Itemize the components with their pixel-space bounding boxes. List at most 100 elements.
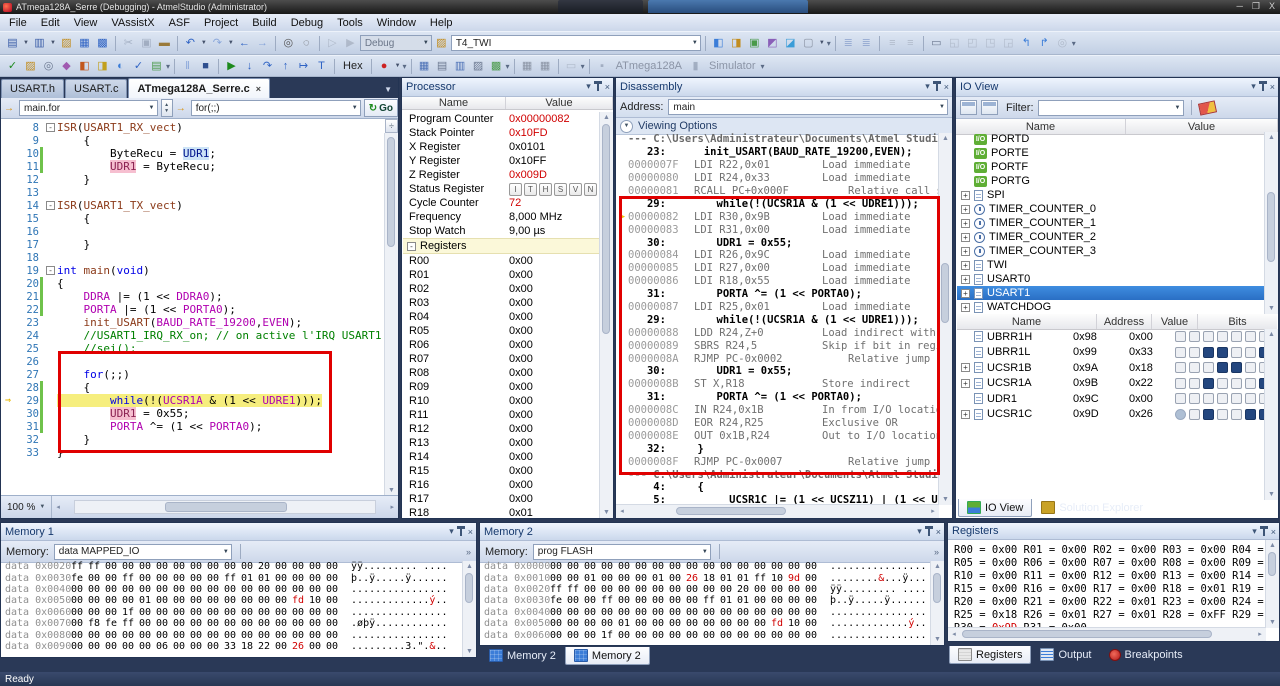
tree-item-timer_counter_1[interactable]: + TIMER_COUNTER_1 — [957, 216, 1265, 230]
memory-byte[interactable]: 00 — [190, 584, 207, 595]
memory-byte[interactable]: 00 — [156, 584, 173, 595]
disassembly-line[interactable]: 00000087 LDI R25,0x01 Load immediate — [617, 301, 939, 314]
menu-tools[interactable]: Tools — [330, 16, 370, 30]
registers-hscrollbar[interactable]: ◂ ▸ — [948, 627, 1266, 641]
column-header-value[interactable]: Value — [1152, 314, 1198, 329]
window-dock-icon[interactable]: ◱ — [946, 35, 963, 52]
memory-row[interactable]: data 0x0040 00 00 00 00 00 00 00 00 00 00 00 00 00 00 0… — [1, 584, 463, 595]
code-line[interactable]: 20 { — [1, 277, 398, 290]
bookmark-prev-icon[interactable]: ↰ — [1018, 35, 1035, 52]
bit-toggle[interactable] — [1245, 362, 1256, 374]
memory1-vscrollbar[interactable]: ▲ ▼ — [462, 561, 476, 657]
memory-byte[interactable]: 00 — [686, 607, 703, 618]
code-line[interactable]: ⇒ 29 while(!(UCSR1A & (1 << UDRE1))); — [1, 394, 398, 407]
menu-vassistx[interactable]: VAssistX — [104, 16, 161, 30]
memory-byte[interactable]: 00 — [771, 595, 788, 606]
memory-byte[interactable]: 00 — [156, 561, 173, 572]
redo-icon[interactable]: ↷ — [209, 35, 226, 52]
collapse-registers-icon[interactable] — [981, 100, 998, 115]
navigate-forward-icon[interactable]: → — [254, 35, 271, 52]
memory-byte[interactable]: 00 — [309, 630, 326, 641]
register-line[interactable]: R20 = 0x00 R21 = 0x00 R22 = 0x01 R23 = 0… — [948, 595, 1266, 608]
processor-row[interactable]: R15 0x00 — [403, 464, 600, 478]
bit-toggle[interactable] — [1203, 331, 1214, 343]
disassembly-line[interactable]: 00000086 LDI R18,0x55 Load immediate — [617, 275, 939, 288]
memory-byte[interactable]: 00 — [88, 573, 105, 584]
memory-byte[interactable]: 00 — [550, 630, 567, 641]
tab-registers[interactable]: Registers — [949, 646, 1032, 664]
register-line[interactable]: R25 = 0x18 R26 = 0x01 R27 = 0x01 R28 = 0… — [948, 608, 1266, 621]
bit-toggle[interactable] — [1175, 362, 1186, 374]
memory-byte[interactable]: ff — [567, 584, 584, 595]
memory-byte[interactable]: 00 — [567, 607, 584, 618]
memory2-vscrollbar[interactable]: ▲ ▼ — [930, 561, 944, 645]
memory-byte[interactable]: 00 — [122, 630, 139, 641]
memory-byte[interactable]: 01 — [737, 595, 754, 606]
code-line[interactable]: 31 PORTA ^= (1 << PORTA0); — [1, 420, 398, 433]
memory-byte[interactable]: 00 — [241, 630, 258, 641]
memory-byte[interactable]: 00 — [550, 607, 567, 618]
disassembly-line[interactable]: 31: PORTA ^= (1 << PORTA0); — [617, 288, 939, 301]
memory-byte[interactable]: 00 — [122, 584, 139, 595]
bit-toggle[interactable] — [1217, 408, 1228, 420]
memory-byte[interactable]: 00 — [105, 561, 122, 572]
memory-row[interactable]: data 0x0070 00 f8 fe ff 00 00 00 00 00 00 00 00 00 00 0… — [1, 618, 463, 629]
tab-close-icon[interactable]: × — [256, 84, 261, 94]
bookmark-next-icon[interactable]: ↱ — [1036, 35, 1053, 52]
processor-row[interactable]: R17 0x00 — [403, 492, 600, 506]
bit-toggle[interactable] — [1189, 331, 1200, 343]
memory-byte[interactable]: 00 — [139, 618, 156, 629]
disassembly-hscrollbar[interactable]: ◂ ▸ — [616, 504, 939, 518]
fold-collapse-icon[interactable]: - — [46, 266, 55, 275]
step-into-icon[interactable]: ↓ — [241, 58, 258, 75]
bit-toggle[interactable] — [1189, 346, 1200, 358]
io-register-row[interactable]: +UBRR1H0x980x00 — [957, 329, 1265, 345]
startup-project-combo[interactable]: T4_TWI ▼ — [450, 35, 701, 51]
menu-edit[interactable]: Edit — [34, 16, 67, 30]
memory-byte[interactable]: 00 — [550, 573, 567, 584]
memory-byte[interactable]: 00 — [139, 641, 156, 652]
memory-byte[interactable]: 00 — [669, 595, 686, 606]
toolbar-overflow-icon[interactable]: ▾ — [1072, 39, 1076, 48]
code-line[interactable]: 28 { — [1, 381, 398, 394]
memory-byte[interactable]: 00 — [686, 618, 703, 629]
memory-byte[interactable]: 00 — [618, 595, 635, 606]
registers-content[interactable]: R00 = 0x00 R01 = 0x00 R02 = 0x00 R03 = 0… — [948, 540, 1266, 629]
expander-icon[interactable]: + — [961, 260, 970, 270]
memory-row[interactable]: data 0x0020 ff ff 00 00 00 00 00 00 00 00 00 20 00 00 0… — [480, 584, 931, 595]
code-line[interactable]: 18 — [1, 251, 398, 264]
memory-byte[interactable]: 00 — [275, 573, 292, 584]
processor-row[interactable]: R00 0x00 — [403, 254, 600, 268]
disassembly-content[interactable]: --- C:\Users\Administrateur\Documents\At… — [617, 133, 939, 505]
processor-row[interactable]: R06 0x00 — [403, 338, 600, 352]
bit-toggle[interactable] — [1245, 408, 1256, 420]
memory-byte[interactable]: 00 — [156, 630, 173, 641]
disassembly-line[interactable]: 00000083 LDI R31,0x00 Load immediate — [617, 223, 939, 236]
memory-byte[interactable]: 00 — [292, 584, 309, 595]
save-icon[interactable]: ▦ — [76, 35, 93, 52]
disassembly-line[interactable]: ▶ 00000082 LDI R30,0x9B Load immediate — [617, 210, 939, 223]
processor-row[interactable]: R12 0x00 — [403, 422, 600, 436]
memory-byte[interactable]: 00 — [275, 561, 292, 572]
panel-close-icon[interactable]: × — [468, 527, 473, 537]
code-line[interactable]: 15 { — [1, 212, 398, 225]
bit-toggle[interactable] — [1231, 377, 1242, 389]
bit-toggle[interactable] — [1217, 362, 1228, 374]
memory-byte[interactable]: 00 — [258, 607, 275, 618]
memory-byte[interactable]: ff — [122, 573, 139, 584]
memory-byte[interactable]: 00 — [669, 630, 686, 641]
memory-byte[interactable]: 00 — [703, 584, 720, 595]
toolbar-overflow-icon[interactable]: ▾ — [761, 62, 765, 71]
tree-item-timer_counter_0[interactable]: + TIMER_COUNTER_0 — [957, 202, 1265, 216]
memory-byte[interactable]: 00 — [292, 618, 309, 629]
memory-byte[interactable]: 00 — [550, 561, 567, 572]
menu-file[interactable]: File — [2, 16, 34, 30]
memory-byte[interactable]: 01 — [720, 595, 737, 606]
disassembly-line[interactable]: 23: init_USART(BAUD_RATE_19200,EVEN); — [617, 146, 939, 159]
bit-toggle[interactable] — [1175, 346, 1186, 358]
panel-close-icon[interactable]: × — [1271, 527, 1276, 537]
dropdown-caret-icon[interactable]: ▼ — [50, 40, 56, 46]
memory-byte[interactable]: 00 — [292, 630, 309, 641]
register-line[interactable]: R05 = 0x00 R06 = 0x00 R07 = 0x00 R08 = 0… — [948, 556, 1266, 569]
memory-byte[interactable]: ff — [88, 561, 105, 572]
